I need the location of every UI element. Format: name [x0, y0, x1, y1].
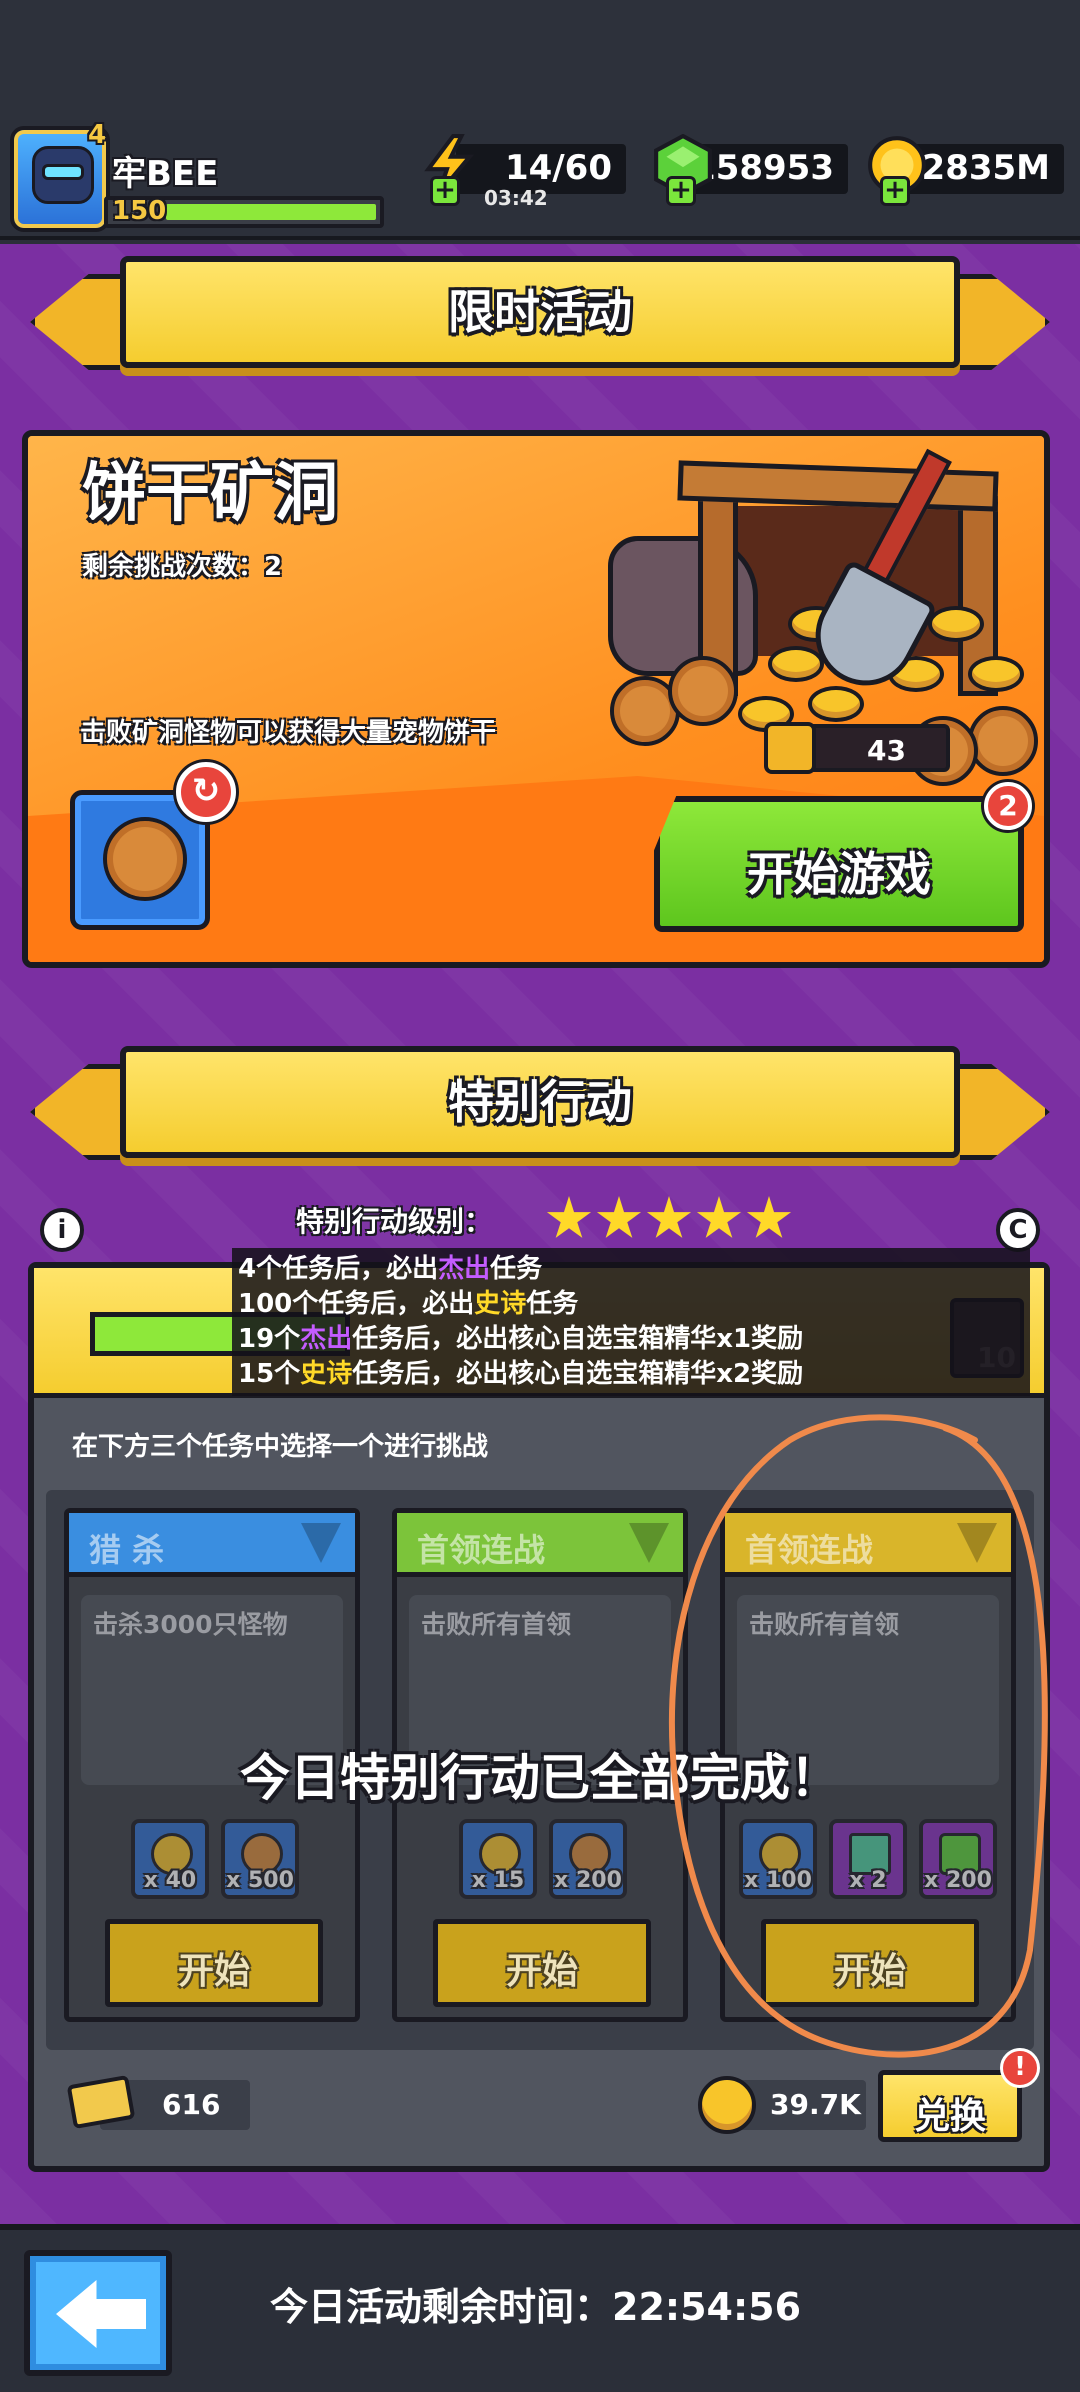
task-description: 击杀3000只怪物: [93, 1610, 288, 1639]
back-button[interactable]: [24, 2250, 172, 2376]
gold-value: 2835M: [921, 148, 1050, 188]
cookie-count-box: 43: [764, 722, 950, 774]
tooltip-line: 4个任务后，必出杰出任务: [238, 1254, 543, 1284]
reward-gold-icon: x 100: [739, 1819, 817, 1899]
reward-green-gem-icon: x 200: [919, 1819, 997, 1899]
reward-quantity: x 2: [849, 1868, 887, 1893]
cookie-count: 43: [867, 734, 906, 767]
special-action-banner: 特别行动: [30, 1040, 1050, 1180]
reward-cookie-icon: x 500: [221, 1819, 299, 1899]
coin-count: 39.7K: [770, 2088, 861, 2121]
refresh-icon[interactable]: ↻: [176, 762, 236, 822]
tooltip-line: 15个史诗任务后，必出核心自选宝箱精华x2奖励: [238, 1359, 804, 1389]
visor-icon: [42, 164, 84, 180]
reward-gold-icon: x 40: [131, 1819, 209, 1899]
exp-bar: 150: [104, 196, 384, 228]
start-game-label: 开始游戏: [747, 847, 931, 901]
status-bar-area: [0, 0, 1080, 120]
player-name: 牢BEE: [112, 154, 219, 194]
exchange-label: 兑换: [913, 2096, 986, 2137]
reward-quantity: x 40: [143, 1868, 197, 1893]
completed-message: 今日特别行动已全部完成！: [240, 1749, 840, 1807]
exp-bar-fill: [166, 204, 376, 220]
reward-quantity: x 200: [554, 1868, 622, 1893]
task-type-icon: [629, 1523, 669, 1563]
task-title: 猎 杀: [89, 1531, 165, 1569]
energy-timer: 03:42: [484, 186, 548, 210]
start-game-badge: 2: [984, 782, 1032, 830]
task-type-icon: [301, 1523, 341, 1563]
task-start-label: 开始: [177, 1951, 250, 1992]
start-game-button[interactable]: 开始游戏: [654, 796, 1024, 932]
limited-event-banner: 限时活动: [30, 250, 1050, 390]
task-start-button[interactable]: 开始: [761, 1919, 979, 2007]
task-start-label: 开始: [505, 1951, 578, 1992]
info-icon[interactable]: i: [40, 1208, 84, 1252]
task-description: 击败所有首领: [421, 1610, 572, 1639]
limited-event-title: 限时活动: [448, 285, 632, 339]
star-badge-icon: [764, 722, 816, 774]
remaining-tries: 剩余挑战次数：2: [82, 552, 283, 582]
exp-level: 150: [112, 196, 167, 226]
task-header: 首领连战: [725, 1513, 1011, 1577]
special-action-title: 特别行动: [448, 1075, 632, 1129]
energy-value: 14/60: [504, 148, 612, 188]
pet-cookie-icon: [103, 817, 187, 901]
remaining-time: 今日活动剩余时间：22:54:56: [270, 2285, 802, 2329]
task-type-icon: [957, 1523, 997, 1563]
player-level: 4: [88, 120, 107, 150]
gold-coin-icon: [698, 2076, 756, 2134]
add-gems-button[interactable]: +: [666, 176, 696, 206]
reward-gold-icon: x 15: [459, 1819, 537, 1899]
event-name: 饼干矿洞: [82, 457, 338, 531]
tooltip-line: 100个任务后，必出史诗任务: [238, 1289, 579, 1319]
add-gold-button[interactable]: +: [880, 176, 910, 206]
add-energy-button[interactable]: +: [430, 176, 460, 206]
task-title: 首领连战: [745, 1531, 874, 1569]
reward-quantity: x 100: [744, 1868, 812, 1893]
reward-scroll-icon: x 2: [829, 1819, 907, 1899]
reward-quantity: x 500: [226, 1868, 294, 1893]
reward-quantity: x 200: [924, 1868, 992, 1893]
task-description: 击败所有首领: [749, 1610, 900, 1639]
exchange-button[interactable]: 兑换: [878, 2070, 1022, 2142]
choose-task-hint: 在下方三个任务中选择一个进行挑战: [72, 1432, 489, 1462]
special-action-level-label: 特别行动级别：: [296, 1205, 493, 1238]
task-header: 猎 杀: [69, 1513, 355, 1577]
tooltip-line: 19个杰出任务后，必出核心自选宝箱精华x1奖励: [238, 1324, 804, 1354]
task-start-button[interactable]: 开始: [105, 1919, 323, 2007]
task-start-button[interactable]: 开始: [433, 1919, 651, 2007]
task-header: 首领连战: [397, 1513, 683, 1577]
event-description: 击败矿洞怪物可以获得大量宠物饼干: [80, 718, 497, 748]
reward-quantity: x 15: [471, 1868, 525, 1893]
exchange-alert-badge: !: [1000, 2048, 1040, 2088]
c-circle-icon[interactable]: C: [996, 1208, 1040, 1252]
gold-counter: 2835M: [904, 144, 1064, 194]
ticket-count: 616: [162, 2088, 221, 2121]
back-arrow-icon: [56, 2280, 146, 2348]
task-title: 首领连战: [417, 1531, 546, 1569]
guarantee-tooltip: 4个任务后，必出杰出任务 100个任务后，必出史诗任务 19个杰出任务后，必出核…: [232, 1248, 1030, 1396]
task-start-label: 开始: [833, 1951, 906, 1992]
reward-cookie-icon: x 200: [549, 1819, 627, 1899]
